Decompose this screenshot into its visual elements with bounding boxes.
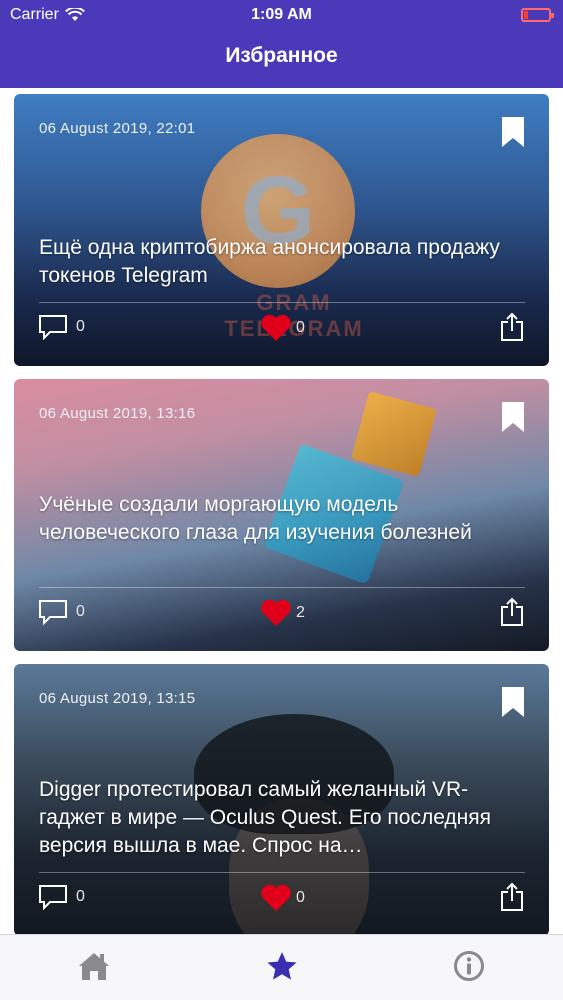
likes-count: 0 [296,889,305,906]
battery-icon [521,8,554,22]
comments-button[interactable]: 0 [38,884,85,910]
tab-bar [0,934,563,1000]
tab-info[interactable] [449,949,489,983]
info-icon [454,951,484,981]
card-divider [39,872,525,873]
share-icon[interactable] [499,597,525,627]
likes-count: 0 [296,319,305,336]
comments-button[interactable]: 0 [38,599,85,625]
comments-button[interactable]: 0 [38,314,85,340]
like-button[interactable]: 0 [260,314,305,342]
comment-icon [39,315,67,340]
article-date: 06 August 2019, 22:01 [39,120,196,137]
comment-icon [39,600,67,625]
bookmark-icon[interactable] [501,116,525,148]
comment-icon [39,885,67,910]
status-time: 1:09 AM [251,6,312,23]
article-date: 06 August 2019, 13:16 [39,405,196,422]
card-footer: 0 2 [14,595,549,635]
card-footer: 0 0 [14,310,549,350]
article-title[interactable]: Учёные создали моргающую модель человече… [39,491,519,547]
tab-home[interactable] [74,949,114,983]
article-card[interactable]: 06 August 2019, 13:15 Digger протестиров… [14,664,549,934]
article-image-detail [351,391,437,477]
star-icon [267,952,297,980]
card-divider [39,302,525,303]
article-title[interactable]: Ещё одна криптобиржа анонсировала продаж… [39,234,519,290]
article-card[interactable]: G GRAM TELEGRAM 06 August 2019, 22:01 Ещ… [14,94,549,366]
card-footer: 0 0 [14,880,549,920]
bookmark-icon[interactable] [501,401,525,433]
app-header: Carrier 1:09 AM Избранное [0,0,563,88]
like-button[interactable]: 2 [260,599,305,627]
article-title[interactable]: Digger протестировал самый желанный VR-г… [39,776,519,860]
heart-icon [261,314,291,341]
heart-icon [261,884,291,911]
bookmark-icon[interactable] [501,686,525,718]
home-icon [79,953,109,980]
likes-count: 2 [296,604,305,621]
comments-count: 0 [76,318,85,335]
comments-count: 0 [76,603,85,620]
heart-icon [261,599,291,626]
article-card[interactable]: 06 August 2019, 13:16 Учёные создали мор… [14,379,549,651]
comments-count: 0 [76,888,85,905]
tab-favorites[interactable] [262,949,302,983]
article-date: 06 August 2019, 13:15 [39,690,196,707]
favorites-feed[interactable]: G GRAM TELEGRAM 06 August 2019, 22:01 Ещ… [0,88,563,934]
share-icon[interactable] [499,882,525,912]
card-divider [39,587,525,588]
status-bar: Carrier 1:09 AM [0,0,563,30]
page-title: Избранное [225,44,338,67]
like-button[interactable]: 0 [260,884,305,912]
share-icon[interactable] [499,312,525,342]
